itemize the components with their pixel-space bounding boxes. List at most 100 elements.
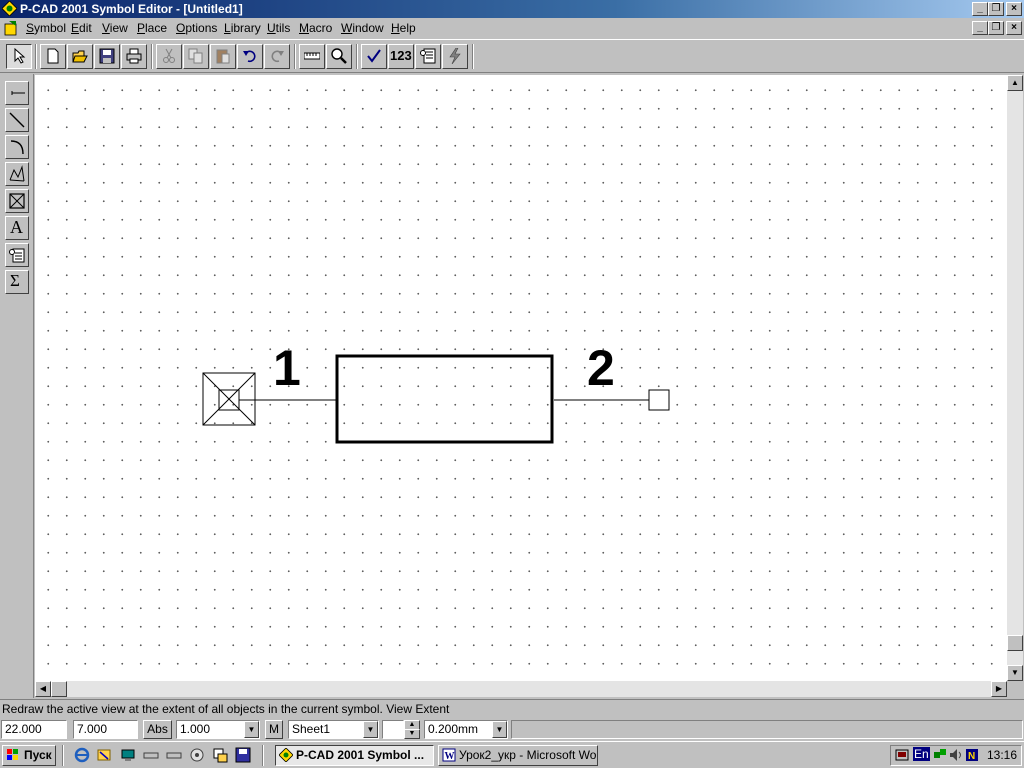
lightning-button[interactable] [442, 44, 468, 69]
language-indicator[interactable]: En [913, 747, 930, 761]
place-text-button[interactable]: A [5, 216, 29, 240]
drive-icon[interactable] [143, 747, 159, 763]
doc-close-icon[interactable]: × [1006, 21, 1022, 35]
menu-macro[interactable]: Macro [299, 21, 332, 35]
task-pcad-button[interactable]: P-CAD 2001 Symbol ... [275, 745, 434, 766]
toolbar-separator [356, 44, 358, 69]
open-button[interactable] [67, 44, 93, 69]
y-coordinate-field[interactable]: 7.000 [73, 720, 138, 739]
show-desktop-icon[interactable] [120, 747, 136, 763]
place-arc-button[interactable] [5, 135, 29, 159]
new-icon [47, 48, 59, 64]
start-button[interactable]: Пуск [2, 745, 56, 766]
menu-help[interactable]: Help [391, 21, 416, 35]
scroll-right-icon[interactable]: ▶ [991, 681, 1007, 697]
explorer-icon[interactable] [212, 747, 228, 763]
menu-place[interactable]: Place [137, 21, 167, 35]
symbol-body-rectangle[interactable] [335, 354, 554, 444]
restore-icon[interactable]: ❐ [988, 2, 1004, 16]
system-tray: En N 13:16 [890, 745, 1022, 766]
drawing-canvas[interactable]: 1 2 [35, 75, 1007, 681]
undo-button[interactable] [237, 44, 263, 69]
menu-utils[interactable]: Utils [267, 21, 290, 35]
check-button[interactable] [361, 44, 387, 69]
document-menu-icon[interactable] [3, 20, 19, 36]
doc-minimize-icon[interactable]: _ [972, 21, 988, 35]
chevron-down-icon[interactable]: ▼ [363, 721, 378, 738]
menu-view[interactable]: View [102, 21, 128, 35]
pcad-app-icon[interactable] [2, 1, 17, 16]
pin-2-label[interactable]: 2 [587, 343, 615, 393]
menu-symbol[interactable]: Symbol [26, 21, 66, 35]
place-polygon-button[interactable] [5, 162, 29, 186]
outlook-express-icon[interactable] [96, 747, 112, 763]
undo-icon [243, 50, 256, 63]
menu-options[interactable]: Options [176, 21, 217, 35]
zoom-button[interactable] [326, 44, 352, 69]
minimize-icon[interactable]: _ [972, 2, 988, 16]
place-point-button[interactable] [5, 189, 29, 213]
sheet-select[interactable]: Sheet1 ▼ [288, 720, 379, 739]
select-button[interactable] [6, 44, 32, 69]
cut-button[interactable] [156, 44, 182, 69]
copy-button[interactable] [183, 44, 209, 69]
chevron-down-icon[interactable]: ▼ [492, 721, 507, 738]
network-tray-icon[interactable] [933, 748, 947, 762]
network-icon[interactable] [189, 747, 205, 763]
scroll-up-icon[interactable]: ▲ [1007, 75, 1023, 91]
print-button[interactable] [121, 44, 147, 69]
pin-1-label[interactable]: 1 [273, 343, 301, 393]
tray-app-icon[interactable] [895, 748, 909, 762]
menu-edit[interactable]: Edit [71, 21, 92, 35]
symbol-wizard-button[interactable] [415, 44, 441, 69]
pcad-app-icon [279, 748, 293, 762]
place-line-button[interactable] [5, 108, 29, 132]
clock: 13:16 [987, 748, 1018, 762]
title-bar[interactable]: P-CAD 2001 Symbol Editor - [Untitled1] _… [0, 0, 1024, 18]
line-width-select[interactable]: 0.200mm ▼ [424, 720, 508, 739]
m-toggle-button[interactable]: M [265, 720, 283, 739]
ie-icon[interactable] [74, 747, 90, 763]
drive-icon[interactable] [166, 747, 182, 763]
place-pin-button[interactable] [5, 81, 29, 105]
spin-down-icon[interactable]: ▼ [404, 729, 420, 739]
save-button[interactable] [94, 44, 120, 69]
place-ref-point-icon: Σ [10, 271, 20, 290]
windows-logo-icon [7, 749, 18, 760]
pin-2-connection-point[interactable] [648, 389, 670, 411]
vertical-scrollbar[interactable]: ▲ ▼ [1007, 75, 1023, 681]
vertical-scroll-thumb[interactable] [1007, 635, 1023, 651]
horizontal-scroll-thumb[interactable] [51, 681, 67, 697]
place-attribute-button[interactable] [5, 243, 29, 267]
antivirus-icon[interactable]: N [965, 748, 979, 762]
line-width-value: 0.200mm [428, 722, 479, 736]
x-coordinate-field[interactable]: 22.000 [1, 720, 67, 739]
toolbar-separator [294, 44, 296, 69]
close-icon[interactable]: × [1006, 2, 1022, 16]
place-ref-point-button[interactable]: Σ [5, 270, 29, 294]
grid-select[interactable]: 1.000 ▼ [176, 720, 260, 739]
open-icon [72, 50, 88, 63]
paste-button[interactable] [210, 44, 236, 69]
place-polygon-icon [9, 165, 25, 182]
scroll-left-icon[interactable]: ◀ [35, 681, 51, 697]
doc-restore-icon[interactable]: ❐ [988, 21, 1004, 35]
pin-1-connection-point[interactable] [202, 372, 256, 426]
place-point-icon [9, 193, 25, 209]
menu-window[interactable]: Window [341, 21, 384, 35]
chevron-down-icon[interactable]: ▼ [244, 721, 259, 738]
new-button[interactable] [40, 44, 66, 69]
renumber-button[interactable]: 123 [388, 44, 414, 69]
scroll-down-icon[interactable]: ▼ [1007, 665, 1023, 681]
menu-library[interactable]: Library [224, 21, 261, 35]
floppy-save-icon[interactable] [235, 747, 251, 763]
abs-toggle-button[interactable]: Abs [143, 720, 172, 739]
horizontal-scrollbar[interactable]: ◀ ▶ [35, 681, 1007, 697]
task-word-button[interactable]: W Урок2_укр - Microsoft Word [438, 745, 598, 766]
volume-icon[interactable] [949, 748, 963, 762]
taskbar-separator [262, 745, 264, 766]
layer-color-field[interactable] [382, 720, 404, 739]
measure-button[interactable] [299, 44, 325, 69]
lightning-icon [449, 48, 461, 64]
redo-button[interactable] [264, 44, 290, 69]
